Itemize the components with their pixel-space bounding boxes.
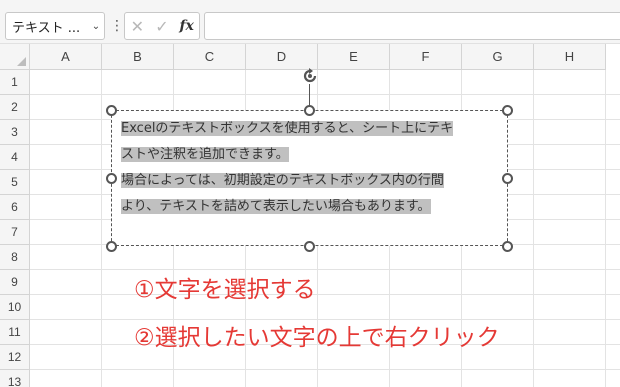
column-header-g[interactable]: G: [462, 44, 534, 70]
column-header-e[interactable]: E: [318, 44, 390, 70]
textbox-line: ストや注釈を追加できます。: [121, 142, 493, 168]
annotation-step-2: ②選択したい文字の上で右クリック: [134, 325, 500, 351]
gridline-vertical: [533, 70, 534, 387]
row-header-6[interactable]: 6: [0, 195, 30, 220]
textbox-line: Excelのテキストボックスを使用すると、シート上にテキ: [121, 116, 493, 142]
row-header-12[interactable]: 12: [0, 345, 30, 370]
textbox-line: より、テキストを詰めて表示したい場合もあります。: [121, 194, 493, 220]
gridline-horizontal: [30, 294, 620, 295]
select-all-triangle-icon: [17, 57, 26, 66]
resize-handle-bottom-left[interactable]: [106, 241, 117, 252]
row-header-10[interactable]: 10: [0, 295, 30, 320]
enter-icon[interactable]: ✓: [151, 17, 173, 36]
textbox-content[interactable]: Excelのテキストボックスを使用すると、シート上にテキ ストや注釈を追加できま…: [121, 116, 493, 220]
row-header-8[interactable]: 8: [0, 245, 30, 270]
row-header-3[interactable]: 3: [0, 120, 30, 145]
resize-handle-top-right[interactable]: [502, 105, 513, 116]
rotate-handle-icon[interactable]: [301, 67, 319, 85]
selected-text[interactable]: Excelのテキストボックスを使用すると、シート上にテキ: [121, 121, 454, 136]
row-header-11[interactable]: 11: [0, 320, 30, 345]
resize-handle-top-left[interactable]: [106, 105, 117, 116]
column-header-f[interactable]: F: [390, 44, 462, 70]
resize-handle-left[interactable]: [106, 173, 117, 184]
formula-bar: テキスト ... ⌄ ⋮ ✕ ✓ fx: [0, 0, 620, 44]
column-header-a[interactable]: A: [30, 44, 102, 70]
row-header-1[interactable]: 1: [0, 70, 30, 95]
column-header-c[interactable]: C: [174, 44, 246, 70]
gridline-vertical: [605, 70, 606, 387]
textbox-line: 場合によっては、初期設定のテキストボックス内の行間: [121, 168, 493, 194]
formula-input[interactable]: [204, 12, 620, 40]
gridline-vertical: [101, 70, 102, 387]
rotation-stem: [309, 84, 310, 106]
row-header-7[interactable]: 7: [0, 220, 30, 245]
selected-text[interactable]: 場合によっては、初期設定のテキストボックス内の行間: [121, 173, 444, 188]
gridline-horizontal: [30, 269, 620, 270]
more-options-icon[interactable]: ⋮: [110, 16, 124, 36]
selected-text[interactable]: ストや注釈を追加できます。: [121, 147, 289, 162]
resize-handle-bottom[interactable]: [304, 241, 315, 252]
annotation-step-1: ①文字を選択する: [134, 277, 316, 303]
cancel-icon[interactable]: ✕: [126, 17, 148, 36]
resize-handle-top[interactable]: [304, 105, 315, 116]
row-header-9[interactable]: 9: [0, 270, 30, 295]
selected-text[interactable]: より、テキストを詰めて表示したい場合もあります。: [121, 199, 431, 214]
resize-handle-right[interactable]: [502, 173, 513, 184]
column-header-b[interactable]: B: [102, 44, 174, 70]
name-box[interactable]: テキスト ... ⌄: [5, 12, 105, 40]
row-header-2[interactable]: 2: [0, 95, 30, 120]
row-header-4[interactable]: 4: [0, 145, 30, 170]
gridline-horizontal: [30, 94, 620, 95]
gridline-horizontal: [30, 369, 620, 370]
chevron-down-icon[interactable]: ⌄: [88, 21, 104, 32]
formula-buttons: ✕ ✓ fx: [124, 12, 200, 40]
row-header-5[interactable]: 5: [0, 170, 30, 195]
select-all-button[interactable]: [0, 44, 30, 70]
insert-function-icon[interactable]: fx: [176, 18, 198, 34]
row-header-13[interactable]: 13: [0, 370, 30, 387]
name-box-value: テキスト ...: [12, 20, 81, 36]
resize-handle-bottom-right[interactable]: [502, 241, 513, 252]
column-header-h[interactable]: H: [534, 44, 606, 70]
